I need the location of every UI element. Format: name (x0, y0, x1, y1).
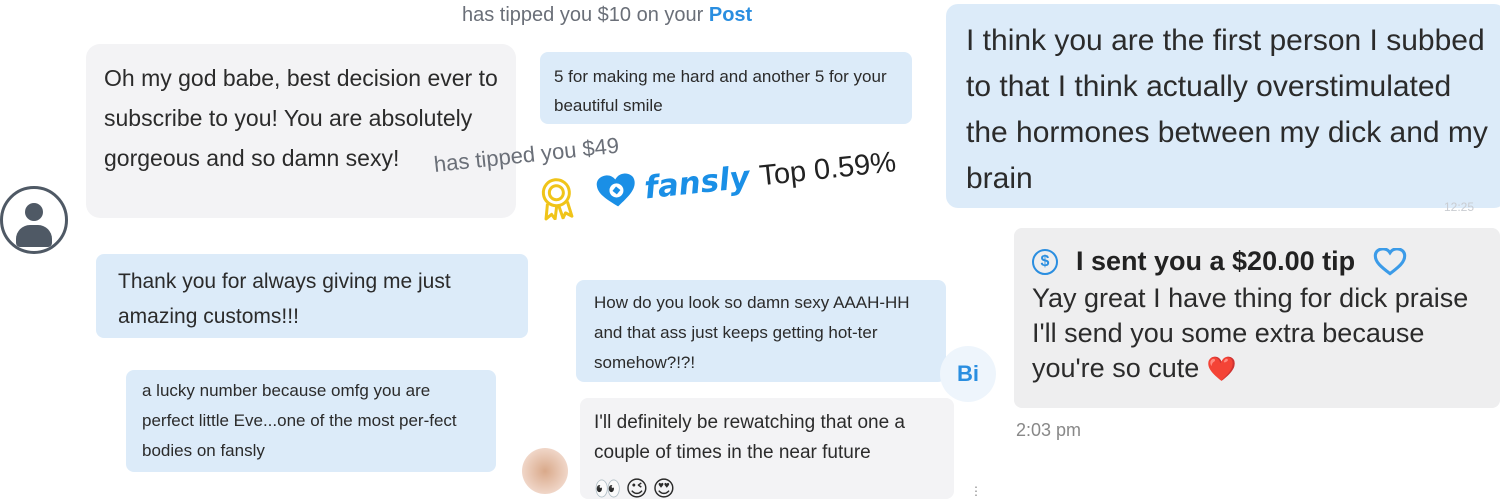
tip-message-text: Yay great I have thing for dick praise I… (1032, 283, 1469, 383)
message-bubble-2: 5 for making me hard and another 5 for y… (540, 52, 912, 124)
rank-text: Top 0.59% (757, 145, 898, 192)
message-bubble-1: Oh my god babe, best decision ever to su… (86, 44, 516, 218)
message-bubble-6: a lucky number because omfg you are perf… (126, 370, 496, 472)
more-dots[interactable]: ⋮ (970, 484, 982, 498)
fansly-logo-icon (596, 173, 635, 207)
user-initials-avatar[interactable]: Bi (940, 346, 996, 402)
wink-emoji: 😉 (625, 476, 649, 501)
message-bubble-4: Thank you for always giving me just amaz… (96, 254, 528, 338)
eyes-emoji: 👀 (594, 476, 622, 501)
faint-timestamp: 12:25 (1444, 200, 1475, 214)
message-text: 5 for making me hard and another 5 for y… (554, 67, 887, 115)
emoji-row: 👀 😉 😍 (594, 474, 940, 504)
tip-notice-text: has tipped you $10 on your (462, 4, 704, 26)
message-text: I'll definitely be rewatching that one a… (594, 412, 905, 463)
user-avatar-icon[interactable] (0, 186, 68, 254)
message-timestamp: 2:03 pm (1016, 420, 1082, 440)
post-link[interactable]: Post (709, 4, 752, 26)
tip-message-bubble: $ I sent you a $20.00 tip Yay great I ha… (1014, 228, 1500, 408)
heart-eyes-emoji: 😍 (652, 476, 676, 501)
tip-label: I sent you a $20.00 tip (1076, 246, 1356, 276)
message-text: I think you are the first person I subbe… (966, 24, 1488, 195)
message-text: Thank you for always giving me just amaz… (118, 270, 451, 328)
message-bubble-3: I think you are the first person I subbe… (946, 4, 1500, 208)
message-bubble-7: I'll definitely be rewatching that one a… (580, 398, 954, 501)
message-text: How do you look so damn sexy AAAH-HH and… (594, 293, 910, 372)
message-bubble-5: How do you look so damn sexy AAAH-HH and… (576, 280, 946, 382)
dollar-icon: $ (1032, 248, 1058, 275)
tip-notice-10: has tipped you $10 on your Post (462, 4, 752, 27)
message-text: a lucky number because omfg you are perf… (142, 381, 457, 460)
red-heart-emoji: ❤️ (1206, 356, 1237, 383)
tip-line: $ I sent you a $20.00 tip (1032, 244, 1490, 279)
initials-text: Bi (957, 361, 979, 386)
fansly-heart-icon (1373, 247, 1407, 276)
blurred-avatar[interactable] (522, 448, 568, 494)
fansly-brand-text: fansly (642, 159, 752, 207)
award-ribbon-icon (541, 178, 574, 221)
